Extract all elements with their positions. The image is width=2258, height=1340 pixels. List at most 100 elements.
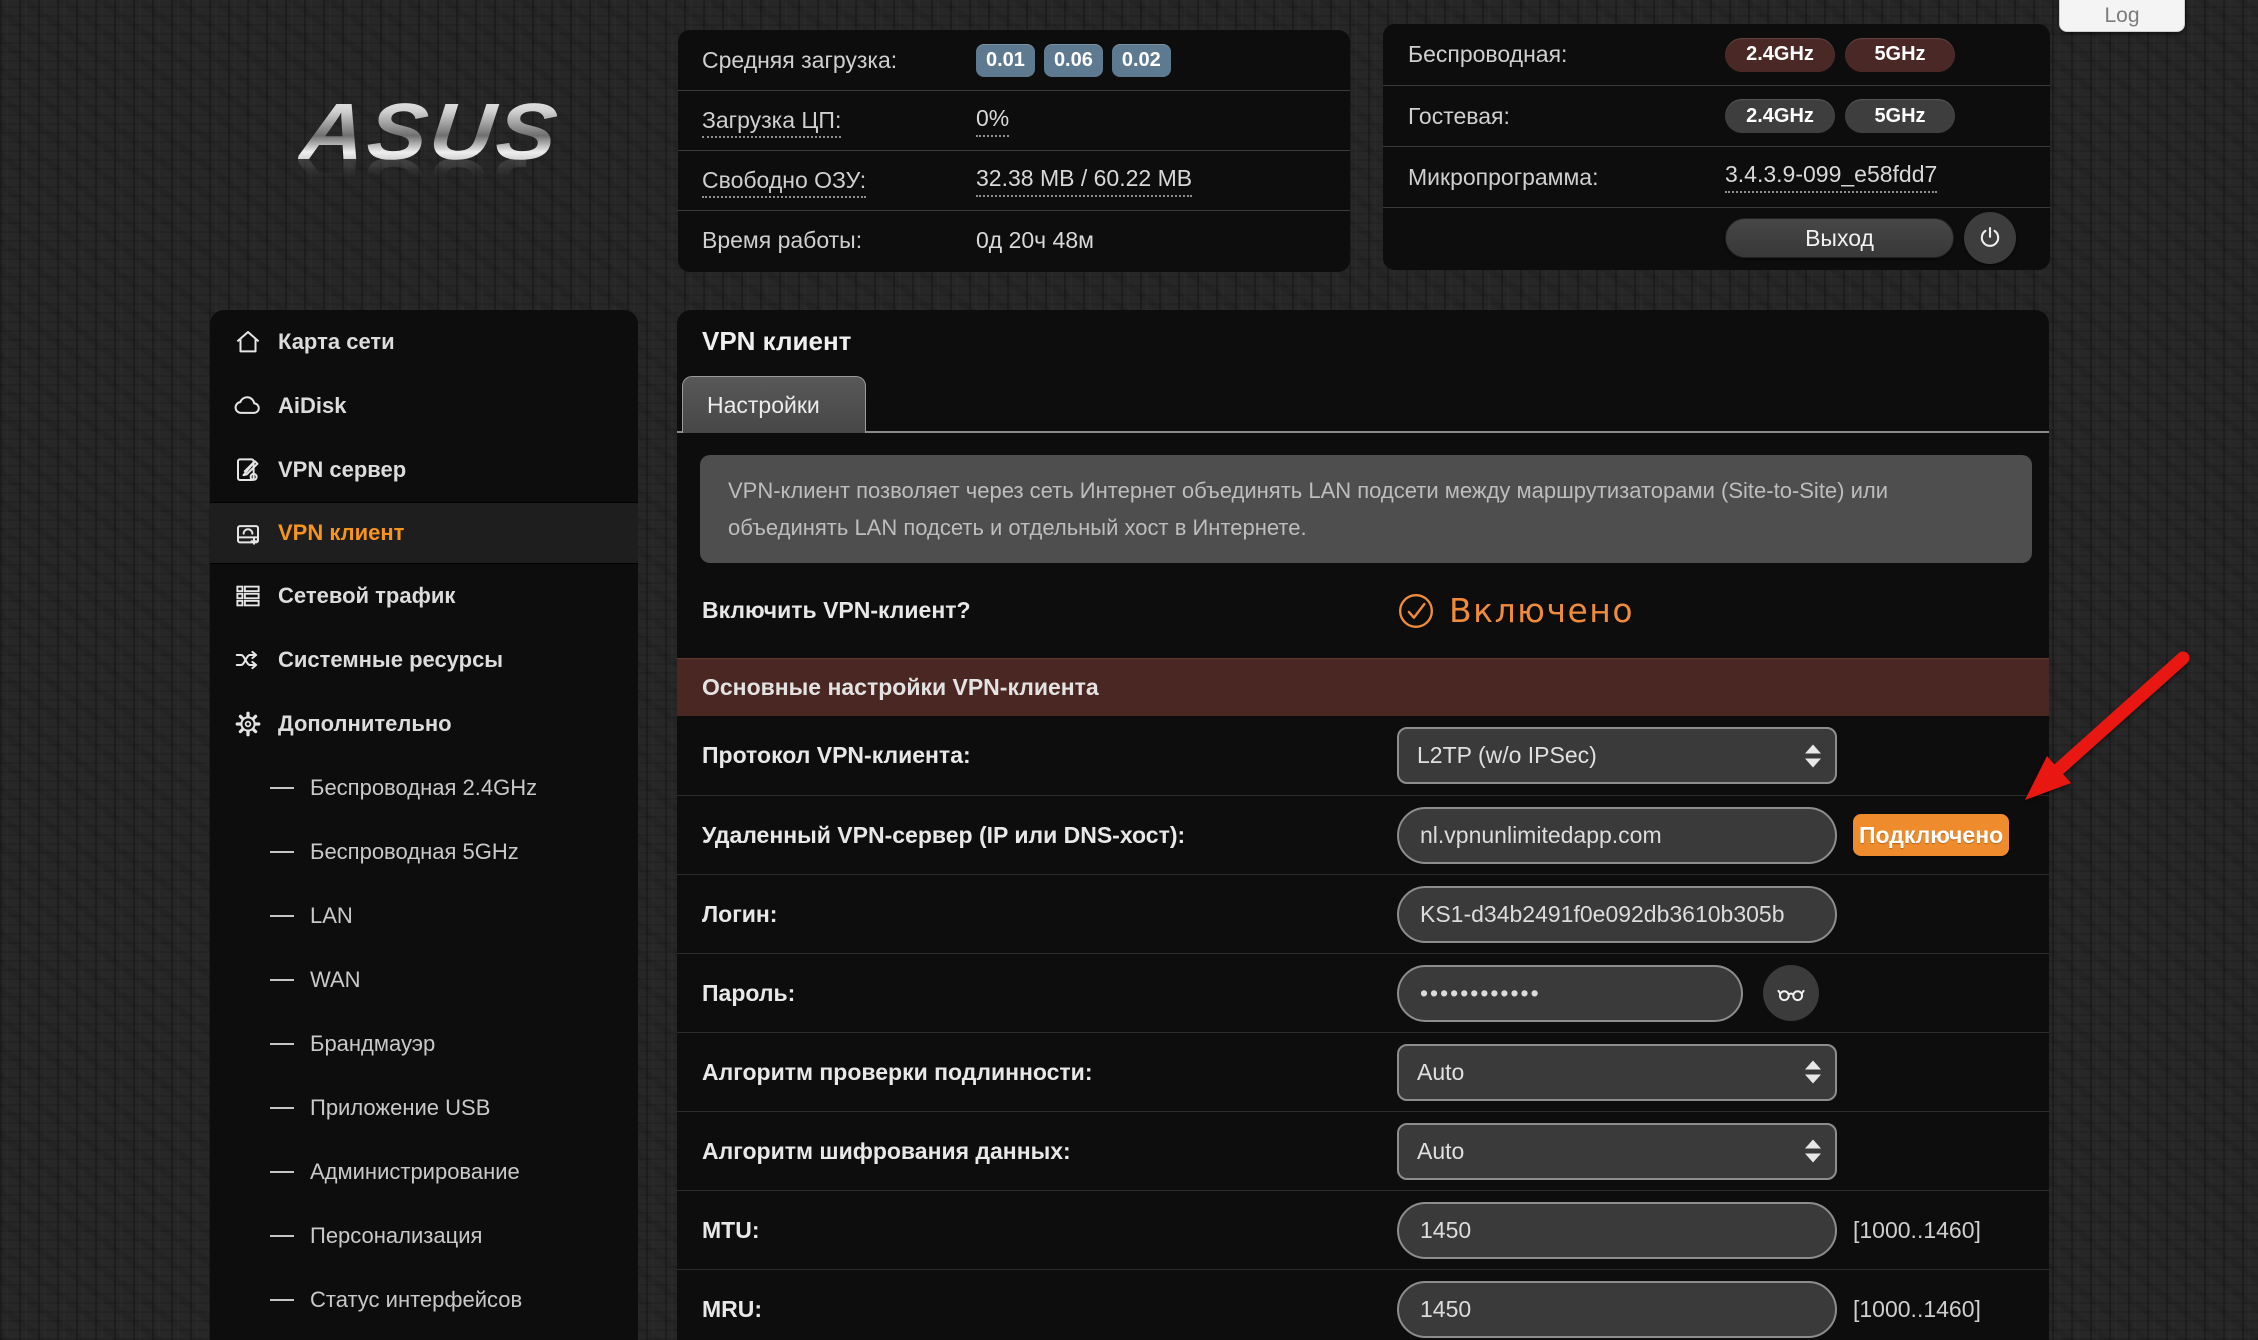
enabled-text: Включено	[1449, 591, 1634, 630]
tab-settings[interactable]: Настройки	[682, 376, 866, 433]
sidebar-item-lan[interactable]: LAN	[210, 884, 638, 948]
traffic-list-icon	[233, 581, 263, 611]
guest-5ghz-pill[interactable]: 5GHz	[1845, 99, 1955, 133]
load-average-row: Средняя загрузка: 0.01 0.06 0.02	[678, 30, 1350, 90]
login-row: Логин:	[677, 874, 2049, 953]
sidebar-item-vpn-server[interactable]: VPN сервер	[210, 438, 638, 502]
mru-label: MRU:	[702, 1296, 1397, 1323]
encryption-algorithm-select[interactable]: Auto	[1397, 1123, 1837, 1180]
protocol-select[interactable]: L2TP (w/o IPSec)	[1397, 727, 1837, 784]
auth-selected-value: Auto	[1417, 1059, 1464, 1086]
asus-logo: ASUS	[296, 86, 526, 178]
encryption-selected-value: Auto	[1417, 1138, 1464, 1165]
sidebar-item-usb-app[interactable]: Приложение USB	[210, 1076, 638, 1140]
mtu-range-hint: [1000..1460]	[1853, 1217, 1981, 1244]
tab-divider	[677, 431, 2049, 433]
dash-icon	[270, 979, 294, 981]
dash-icon	[270, 1299, 294, 1301]
logout-row: Выход	[1383, 207, 2050, 268]
dash-icon	[270, 1171, 294, 1173]
mru-input[interactable]	[1397, 1281, 1837, 1338]
dash-icon	[270, 1107, 294, 1109]
wireless-5ghz-pill[interactable]: 5GHz	[1845, 38, 1955, 72]
sidebar-item-interface-status[interactable]: Статус интерфейсов	[210, 1268, 638, 1332]
vpn-server-icon	[233, 455, 263, 485]
ram-row: Свободно ОЗУ: 32.38 MB / 60.22 MB	[678, 150, 1350, 210]
sidebar-item-advanced[interactable]: Дополнительно	[210, 692, 638, 756]
firmware-row: Микропрограмма: 3.4.3.9-099_e58fdd7	[1383, 146, 2050, 207]
cloud-icon	[233, 391, 263, 421]
uptime-value: 0д 20ч 48м	[976, 227, 1094, 254]
sidebar-item-wireless-24[interactable]: Беспроводная 2.4GHz	[210, 756, 638, 820]
mru-range-hint: [1000..1460]	[1853, 1296, 1981, 1323]
login-input[interactable]	[1397, 886, 1837, 943]
show-password-button[interactable]	[1763, 965, 1819, 1021]
dash-icon	[270, 851, 294, 853]
sidebar-item-wan[interactable]: WAN	[210, 948, 638, 1012]
uptime-label: Время работы:	[702, 227, 976, 254]
wireless-label: Беспроводная:	[1408, 41, 1725, 68]
enable-vpn-label: Включить VPN-клиент?	[702, 597, 1397, 624]
cpu-value-link[interactable]: 0%	[976, 105, 1009, 137]
basic-settings-header: Основные настройки VPN-клиента	[677, 658, 2049, 716]
sidebar-item-network-map[interactable]: Карта сети	[210, 310, 638, 374]
protocol-row: Протокол VPN-клиента: L2TP (w/o IPSec)	[677, 716, 2049, 795]
guest-label: Гостевая:	[1408, 103, 1725, 130]
firmware-label: Микропрограмма:	[1408, 164, 1725, 191]
check-circle-icon	[1397, 592, 1435, 630]
reboot-button[interactable]	[1964, 212, 2016, 264]
server-input[interactable]	[1397, 807, 1837, 864]
sidebar-item-personalization[interactable]: Персонализация	[210, 1204, 638, 1268]
guest-row: Гостевая: 2.4GHz 5GHz	[1383, 85, 2050, 146]
wireless-24ghz-pill[interactable]: 2.4GHz	[1725, 38, 1835, 72]
sidebar-item-administration[interactable]: Администрирование	[210, 1140, 638, 1204]
firmware-version-link[interactable]: 3.4.3.9-099_e58fdd7	[1725, 161, 1937, 193]
sidebar-item-aidisk[interactable]: AiDisk	[210, 374, 638, 438]
protocol-selected-value: L2TP (w/o IPSec)	[1417, 742, 1597, 769]
load-average-label: Средняя загрузка:	[702, 47, 976, 74]
protocol-label: Протокол VPN-клиента:	[702, 742, 1397, 769]
asus-logo-text: ASUS	[296, 86, 564, 178]
cpu-row: Загрузка ЦП: 0%	[678, 90, 1350, 150]
page-title: VPN клиент	[702, 326, 851, 357]
mtu-input[interactable]	[1397, 1202, 1837, 1259]
server-row: Удаленный VPN-сервер (IP или DNS-хост): …	[677, 795, 2049, 874]
system-status-panel: Средняя загрузка: 0.01 0.06 0.02 Загрузк…	[678, 30, 1350, 272]
auth-algorithm-select[interactable]: Auto	[1397, 1044, 1837, 1101]
select-arrows-icon	[1805, 1061, 1821, 1084]
load-badge-5m: 0.06	[1044, 44, 1103, 77]
load-badge-15m: 0.02	[1112, 44, 1171, 77]
server-label: Удаленный VPN-сервер (IP или DNS-хост):	[702, 822, 1397, 849]
ram-value-link[interactable]: 32.38 MB / 60.22 MB	[976, 165, 1192, 197]
ram-label: Свободно ОЗУ:	[702, 167, 976, 194]
wireless-row: Беспроводная: 2.4GHz 5GHz	[1383, 24, 2050, 85]
connected-button[interactable]: Подключено	[1853, 814, 2009, 856]
enable-vpn-status[interactable]: Включено	[1397, 591, 1634, 630]
sidebar-item-firewall[interactable]: Брандмауэр	[210, 1012, 638, 1076]
power-icon	[1976, 224, 2004, 252]
login-label: Логин:	[702, 901, 1397, 928]
log-button[interactable]: Log	[2059, 0, 2185, 32]
dash-icon	[270, 1235, 294, 1237]
sidebar-item-network-traffic[interactable]: Сетевой трафик	[210, 564, 638, 628]
dash-icon	[270, 1043, 294, 1045]
encryption-algorithm-label: Алгоритм шифрования данных:	[702, 1138, 1397, 1165]
gear-icon	[233, 709, 263, 739]
sidebar-item-vpn-client[interactable]: VPN клиент	[210, 502, 638, 564]
load-badge-1m: 0.01	[976, 44, 1035, 77]
password-input[interactable]	[1397, 965, 1743, 1022]
auth-algorithm-row: Алгоритм проверки подлинности: Auto	[677, 1032, 2049, 1111]
password-label: Пароль:	[702, 980, 1397, 1007]
glasses-icon	[1775, 977, 1807, 1009]
password-row: Пароль:	[677, 953, 2049, 1032]
sidebar-item-system-resources[interactable]: Системные ресурсы	[210, 628, 638, 692]
select-arrows-icon	[1805, 744, 1821, 767]
sidebar-item-wireless-5[interactable]: Беспроводная 5GHz	[210, 820, 638, 884]
home-icon	[233, 327, 263, 357]
vpn-client-icon	[233, 518, 263, 548]
dash-icon	[270, 915, 294, 917]
logout-button[interactable]: Выход	[1725, 218, 1954, 258]
mtu-row: MTU: [1000..1460]	[677, 1190, 2049, 1269]
guest-24ghz-pill[interactable]: 2.4GHz	[1725, 99, 1835, 133]
sidebar: Карта сети AiDisk VPN сервер	[210, 310, 638, 1340]
